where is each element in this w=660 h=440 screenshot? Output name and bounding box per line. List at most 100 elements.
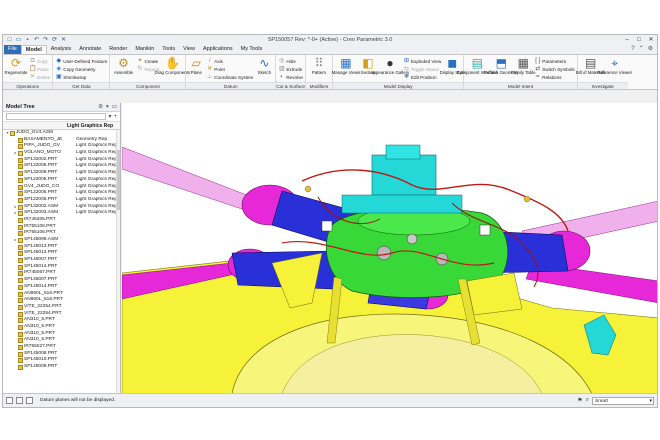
tree-row[interactable]: IR755106.PRT bbox=[3, 224, 120, 231]
tree-row[interactable]: IR745067.PRT bbox=[3, 270, 120, 277]
tree-row[interactable]: PIPA_JUDO_GV Light Graphics Rep bbox=[3, 143, 120, 150]
section-button[interactable]: ◧ Section bbox=[359, 56, 377, 81]
tree-row[interactable]: SP145008.PRT bbox=[3, 351, 120, 358]
tab-view[interactable]: View bbox=[179, 45, 199, 54]
tab-annotate[interactable]: Annotate bbox=[75, 45, 105, 54]
navigator-toggle-icon[interactable] bbox=[6, 397, 13, 404]
coordinate-system-button[interactable]: ⊥ Coordinate System bbox=[206, 73, 253, 81]
full-screen-icon[interactable] bbox=[26, 397, 33, 404]
minimize-icon[interactable]: – bbox=[621, 35, 633, 45]
redo-icon[interactable]: ↷ bbox=[42, 37, 49, 44]
point-button[interactable]: ✕ Point bbox=[206, 65, 253, 73]
tab-manikin[interactable]: Manikin bbox=[131, 45, 158, 54]
tree-scroll-thumb[interactable] bbox=[117, 150, 120, 210]
tree-row[interactable]: AN310_5.PRT bbox=[3, 324, 120, 331]
switch-symbols-button[interactable]: ⇄ Switch Symbols bbox=[534, 65, 574, 73]
tree-row[interactable]: VITE_22254.PRT bbox=[3, 304, 120, 311]
tree-row[interactable]: AN960L_516.PRT bbox=[3, 297, 120, 304]
tree-search-input[interactable] bbox=[6, 113, 107, 120]
tree-row[interactable]: ▸ SP145099.ASM bbox=[3, 237, 120, 244]
tree-row[interactable]: SP145013.PRT bbox=[3, 244, 120, 251]
tree-row[interactable]: VITE_22254.PRT bbox=[3, 311, 120, 318]
drag-components-button[interactable]: ✋ Drag Components bbox=[154, 56, 190, 81]
find-icon[interactable]: ⌕ bbox=[586, 397, 589, 404]
close-icon[interactable]: ✕ bbox=[645, 35, 657, 45]
open-icon[interactable]: ▭ bbox=[15, 37, 22, 44]
options-icon[interactable]: ⚙ bbox=[648, 45, 653, 54]
filter-icon[interactable]: ▾ bbox=[108, 113, 111, 120]
shrinkwrap-button[interactable]: ▣ Shrinkwrap bbox=[55, 73, 107, 81]
save-icon[interactable]: ▪ bbox=[24, 37, 31, 44]
copy-button[interactable]: ⧉ Copy bbox=[29, 57, 50, 65]
extrude-button[interactable]: ▥ Extrude bbox=[278, 65, 303, 73]
group-label-component[interactable]: Component bbox=[110, 82, 186, 89]
tree-row[interactable]: BASAMENTO_JE Geometry Rep bbox=[3, 137, 120, 144]
tab-render[interactable]: Render bbox=[105, 45, 131, 54]
toggle-status-button[interactable]: ⇆ Toggle Status bbox=[403, 65, 441, 73]
appearance-gallery-button[interactable]: ● Appearance Gallery bbox=[371, 56, 410, 81]
tree-row[interactable]: SP145007.PRT bbox=[3, 277, 120, 284]
maximize-icon[interactable]: □ bbox=[633, 35, 645, 45]
graphics-viewport[interactable] bbox=[122, 103, 658, 394]
tree-row[interactable]: ▸ VOLANO_MOTO Light Graphics Rep bbox=[3, 150, 120, 157]
tree-row[interactable]: AN960L_516.PRT bbox=[3, 291, 120, 298]
tree-row[interactable]: AN310_5.PRT bbox=[3, 317, 120, 324]
tab-my-tools[interactable]: My Tools bbox=[237, 45, 267, 54]
tree-row[interactable]: SP122005.PRT Light Graphics Rep bbox=[3, 163, 120, 170]
help-icon[interactable]: ? bbox=[631, 45, 634, 54]
regenerate-button[interactable]: ⟳ Regenerate bbox=[5, 56, 28, 81]
tree-row[interactable]: GV4_JUDO_CO Light Graphics Rep bbox=[3, 184, 120, 191]
new-icon[interactable]: □ bbox=[6, 37, 13, 44]
copy-geometry-button[interactable]: ◈ Copy Geometry bbox=[55, 65, 107, 73]
regen-status-icon[interactable]: ⚑ bbox=[577, 397, 582, 404]
tree-row[interactable]: ▸ SP132003.ASM Light Graphics Rep bbox=[3, 210, 120, 217]
undo-icon[interactable]: ↶ bbox=[33, 37, 40, 44]
parameters-button[interactable]: [ ] Parameters bbox=[534, 57, 574, 65]
revolve-button[interactable]: ◐ Revolve bbox=[278, 73, 303, 81]
group-label-investigate[interactable]: Investigate bbox=[577, 82, 628, 89]
collapse-ribbon-icon[interactable]: ⌃ bbox=[639, 45, 644, 54]
tree-row[interactable]: SP145014.PRT bbox=[3, 264, 120, 271]
create-button[interactable]: ✦ Create bbox=[136, 57, 159, 65]
tree-row[interactable]: SP145008.PRT bbox=[3, 364, 120, 371]
manage-views-button[interactable]: ▦ Manage Views bbox=[332, 56, 361, 81]
publish-geometry-button[interactable]: ⬒ Publish Geometry bbox=[484, 56, 519, 81]
group-label-model-display[interactable]: Model Display bbox=[332, 82, 464, 89]
plane-button[interactable]: ▱ Plane bbox=[188, 56, 204, 81]
tree-row[interactable]: SP132002.PRT Light Graphics Rep bbox=[3, 157, 120, 164]
group-label-cut-surface[interactable]: Cut & Surface bbox=[276, 82, 305, 89]
browser-toggle-icon[interactable] bbox=[16, 397, 23, 404]
tree-row[interactable]: IR745205.PRT bbox=[3, 217, 120, 224]
tree-row[interactable]: SP122005.PRT Light Graphics Rep bbox=[3, 197, 120, 204]
sketch-button[interactable]: ∿ Sketch bbox=[255, 56, 273, 81]
tab-applications[interactable]: Applications bbox=[199, 45, 237, 54]
exploded-view-button[interactable]: ⊞ Exploded View bbox=[403, 57, 441, 65]
tree-row[interactable]: SP145014.PRT bbox=[3, 284, 120, 291]
group-label-datum[interactable]: Datum bbox=[186, 82, 276, 89]
tree-row[interactable]: SP132008.PRT Light Graphics Rep bbox=[3, 170, 120, 177]
tab-file[interactable]: File bbox=[4, 45, 21, 54]
assemble-button[interactable]: ⚙ Assemble bbox=[112, 56, 134, 81]
family-table-button[interactable]: ▦ Family Table bbox=[511, 56, 536, 81]
tree-row[interactable]: ▾ JUDO_GV4.ASM bbox=[3, 130, 120, 137]
tree-row[interactable]: IR755106.PRT bbox=[3, 230, 120, 237]
tree-settings-icon[interactable]: ⚙ bbox=[98, 104, 103, 110]
selection-filter[interactable]: Smart bbox=[592, 396, 654, 405]
display-style-button[interactable]: ◼ Display Style bbox=[440, 56, 465, 81]
tree-show-icon[interactable]: ▾ bbox=[106, 104, 109, 110]
group-label-model-intent[interactable]: Model Intent bbox=[464, 82, 577, 89]
tree-column-rep[interactable]: Light Graphics Rep bbox=[65, 122, 120, 129]
group-label-modifiers[interactable]: Modifiers bbox=[305, 82, 332, 89]
tree-row[interactable]: IR755027.PRT bbox=[3, 344, 120, 351]
tree-row[interactable]: SP145007.PRT bbox=[3, 257, 120, 264]
rotor-hub-model[interactable] bbox=[122, 103, 658, 394]
add-column-icon[interactable]: + bbox=[113, 114, 117, 120]
tree-row[interactable]: SP122005.PRT Light Graphics Rep bbox=[3, 190, 120, 197]
group-label-operations[interactable]: Operations bbox=[3, 82, 53, 89]
tree-row[interactable]: ▸ SP132002.ASM Light Graphics Rep bbox=[3, 204, 120, 211]
edit-position-button[interactable]: ✥ Edit Position bbox=[403, 73, 441, 81]
tab-analysis[interactable]: Analysis bbox=[47, 45, 75, 54]
tree-row[interactable]: SP145013.PRT bbox=[3, 250, 120, 257]
delete-button[interactable]: ✕ Delete bbox=[29, 73, 50, 81]
hole-button[interactable]: ◎ Hole bbox=[278, 57, 303, 65]
